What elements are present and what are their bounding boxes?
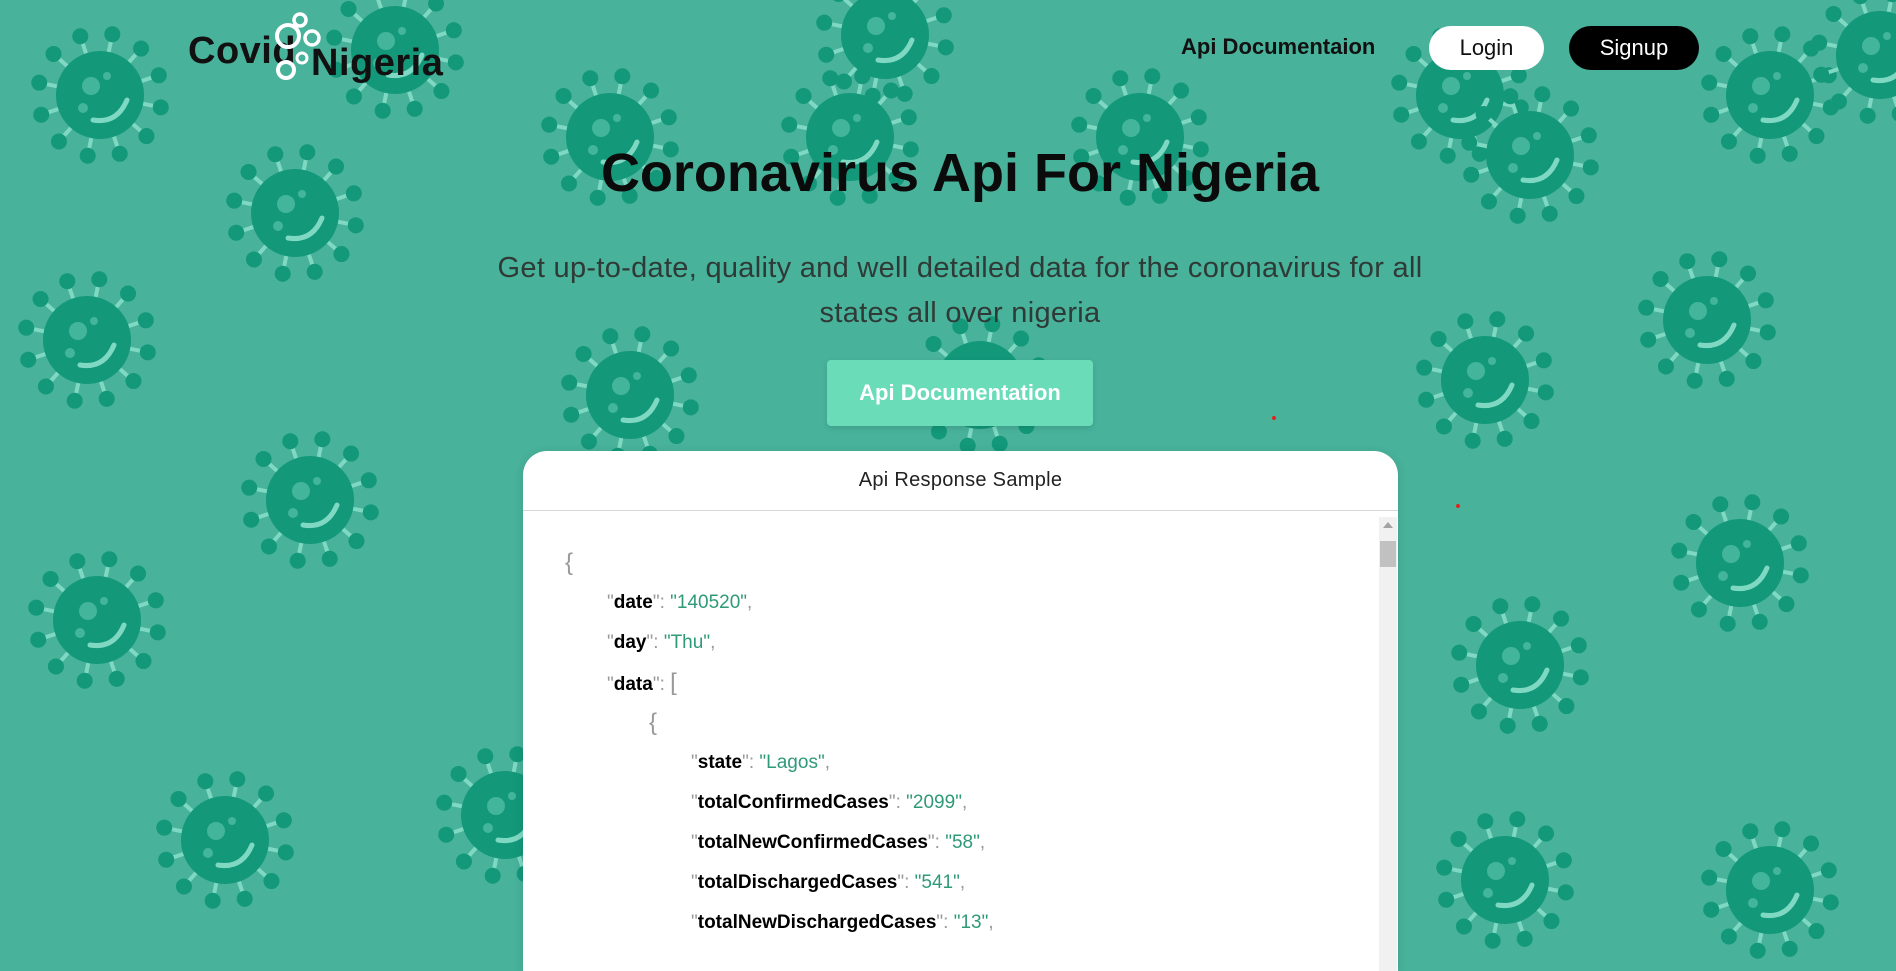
- json-inner-brace: {: [649, 709, 658, 736]
- nav-api-documentation-link[interactable]: Api Documentaion: [1181, 34, 1375, 60]
- json-value: 541: [921, 872, 954, 893]
- json-key: totalNewConfirmedCases: [697, 832, 928, 853]
- virus-icon: [22, 545, 172, 695]
- json-open-bracket: [: [670, 669, 677, 696]
- login-button[interactable]: Login: [1429, 26, 1544, 70]
- card-heading: Api Response Sample: [523, 451, 1398, 511]
- virus-icon: [1430, 805, 1580, 955]
- virus-icon: [150, 765, 300, 915]
- virus-icon: [1695, 815, 1845, 965]
- json-key: totalDischargedCases: [697, 872, 898, 893]
- json-code: { "date": "140520", "day": "Thu", "data"…: [565, 549, 994, 933]
- json-value: Thu: [670, 632, 704, 653]
- virus-icon: [235, 425, 385, 575]
- scroll-thumb[interactable]: [1380, 541, 1396, 567]
- json-value: 140520: [676, 592, 741, 613]
- virus-icon: [810, 0, 960, 110]
- brand-logo[interactable]: Covid Nigeria: [186, 8, 486, 88]
- virus-icon: [12, 265, 162, 415]
- virus-icon: [555, 320, 705, 470]
- brand-word-nigeria: Nigeria: [311, 42, 444, 84]
- virus-icon: [1445, 590, 1595, 740]
- virus-icon: [1665, 488, 1815, 638]
- json-key: day: [613, 632, 647, 653]
- red-dot: [1456, 504, 1460, 508]
- virus-icon: [1632, 245, 1782, 395]
- api-documentation-button[interactable]: Api Documentation: [827, 360, 1093, 426]
- signup-button[interactable]: Signup: [1569, 26, 1699, 70]
- api-sample-card: Api Response Sample { "date": "140520", …: [523, 451, 1398, 971]
- json-key: data: [613, 674, 653, 695]
- json-value: 58: [951, 832, 974, 853]
- json-value: 13: [960, 912, 982, 933]
- json-value: 2099: [912, 792, 956, 813]
- json-key: totalConfirmedCases: [697, 792, 889, 813]
- json-viewer[interactable]: { "date": "140520", "day": "Thu", "data"…: [523, 511, 1398, 971]
- json-key: state: [697, 752, 743, 773]
- virus-icon: [1805, 0, 1896, 130]
- json-key: date: [613, 592, 653, 613]
- hero-subtitle: Get up-to-date, quality and well detaile…: [497, 252, 1423, 329]
- red-dot: [1272, 416, 1276, 420]
- scroll-up-arrow-icon[interactable]: [1383, 522, 1393, 528]
- json-value: Lagos: [766, 752, 818, 773]
- page-title: Coronavirus Api For Nigeria: [600, 143, 1320, 203]
- vertical-scrollbar[interactable]: [1379, 517, 1397, 971]
- json-key: totalNewDischargedCases: [697, 912, 937, 933]
- json-open-brace: {: [565, 549, 574, 576]
